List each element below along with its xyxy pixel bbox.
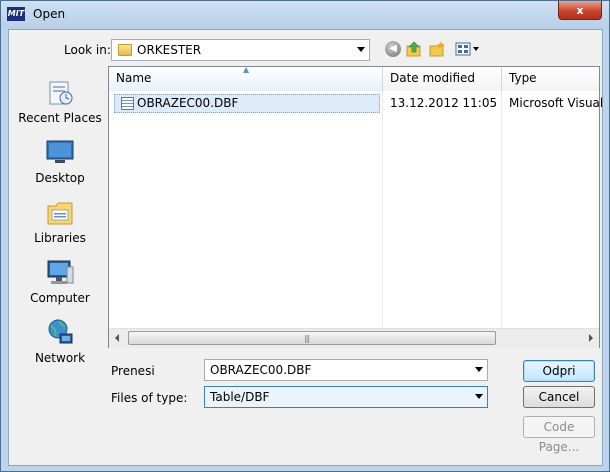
look-in-value: ORKESTER	[137, 43, 202, 57]
place-label: Desktop	[35, 171, 85, 185]
new-folder-icon[interactable]	[429, 41, 445, 57]
title-bar[interactable]: MIT Open x	[1, 1, 609, 29]
desktop-icon	[46, 140, 74, 163]
open-button[interactable]: Odpri	[523, 360, 595, 382]
filetype-value: Table/DBF	[210, 390, 270, 404]
dialog-body: Look in: ORKESTER ◀ Recent Places Deskto…	[8, 29, 603, 466]
libraries-icon	[47, 202, 73, 225]
grip-icon: |||	[304, 334, 310, 343]
dbf-file-icon	[121, 97, 134, 110]
app-icon: MIT	[7, 7, 25, 21]
look-in-label: Look in:	[64, 43, 111, 57]
filetype-label: Files of type:	[111, 391, 188, 405]
horizontal-scrollbar[interactable]: |||	[109, 328, 599, 348]
column-divider	[501, 91, 502, 327]
column-divider	[382, 91, 383, 327]
chevron-down-icon[interactable]	[357, 47, 365, 52]
column-header-label: Name	[116, 71, 152, 85]
scrollbar-thumb[interactable]: |||	[128, 331, 496, 345]
scroll-right-icon[interactable]	[589, 334, 593, 342]
window-title: Open	[33, 7, 66, 21]
computer-icon	[47, 260, 74, 284]
column-header-name[interactable]: ▲ Name	[109, 65, 383, 91]
file-date-modified: 13.12.2012 11:05	[390, 96, 498, 110]
place-network[interactable]: Network	[15, 310, 105, 368]
cancel-button[interactable]: Cancel	[523, 386, 595, 408]
code-page-button[interactable]: Code Page...	[523, 416, 595, 454]
views-menu-icon[interactable]	[455, 41, 481, 57]
close-button[interactable]: x	[558, 1, 602, 20]
up-folder-icon[interactable]	[406, 41, 422, 57]
filename-combo[interactable]: OBRAZEC00.DBF	[204, 359, 488, 381]
open-dialog: MIT Open x Look in: ORKESTER ◀ Recent Pl…	[0, 0, 610, 472]
chevron-down-icon[interactable]	[475, 367, 483, 372]
back-icon[interactable]: ◀	[385, 41, 401, 57]
sort-ascending-icon: ▲	[243, 65, 250, 74]
place-desktop[interactable]: Desktop	[15, 130, 105, 188]
column-header-type[interactable]: Type	[502, 67, 599, 91]
place-computer[interactable]: Computer	[15, 250, 105, 308]
recent-places-icon	[49, 81, 73, 105]
place-label: Network	[34, 351, 86, 365]
column-header-label: Type	[509, 71, 537, 85]
look-in-combo[interactable]: ORKESTER	[111, 39, 370, 61]
file-row[interactable]: OBRAZEC00.DBF 13.12.2012 11:05 Microsoft…	[114, 94, 603, 113]
place-label: Libraries	[34, 231, 86, 245]
place-libraries[interactable]: Libraries	[15, 190, 105, 248]
chevron-down-icon[interactable]	[475, 394, 483, 399]
places-bar: Recent Places Desktop Libraries Computer…	[15, 62, 105, 365]
column-header-label: Date modified	[390, 71, 476, 85]
network-icon	[48, 319, 73, 344]
filetype-combo[interactable]: Table/DBF	[204, 386, 488, 408]
place-label: Recent Places	[18, 111, 102, 125]
place-recent-places[interactable]: Recent Places	[15, 70, 105, 128]
folder-icon	[118, 44, 132, 56]
place-label: Computer	[30, 291, 90, 305]
filename-label: Prenesi	[111, 364, 155, 378]
column-header-date-modified[interactable]: Date modified	[383, 67, 502, 91]
scroll-left-icon[interactable]	[115, 334, 119, 342]
file-name: OBRAZEC00.DBF	[137, 96, 239, 110]
file-type: Microsoft Visual	[509, 96, 604, 110]
filename-value[interactable]: OBRAZEC00.DBF	[210, 363, 311, 377]
file-list[interactable]: ▲ Name Date modified Type OBRAZEC00.DBF …	[108, 65, 603, 348]
